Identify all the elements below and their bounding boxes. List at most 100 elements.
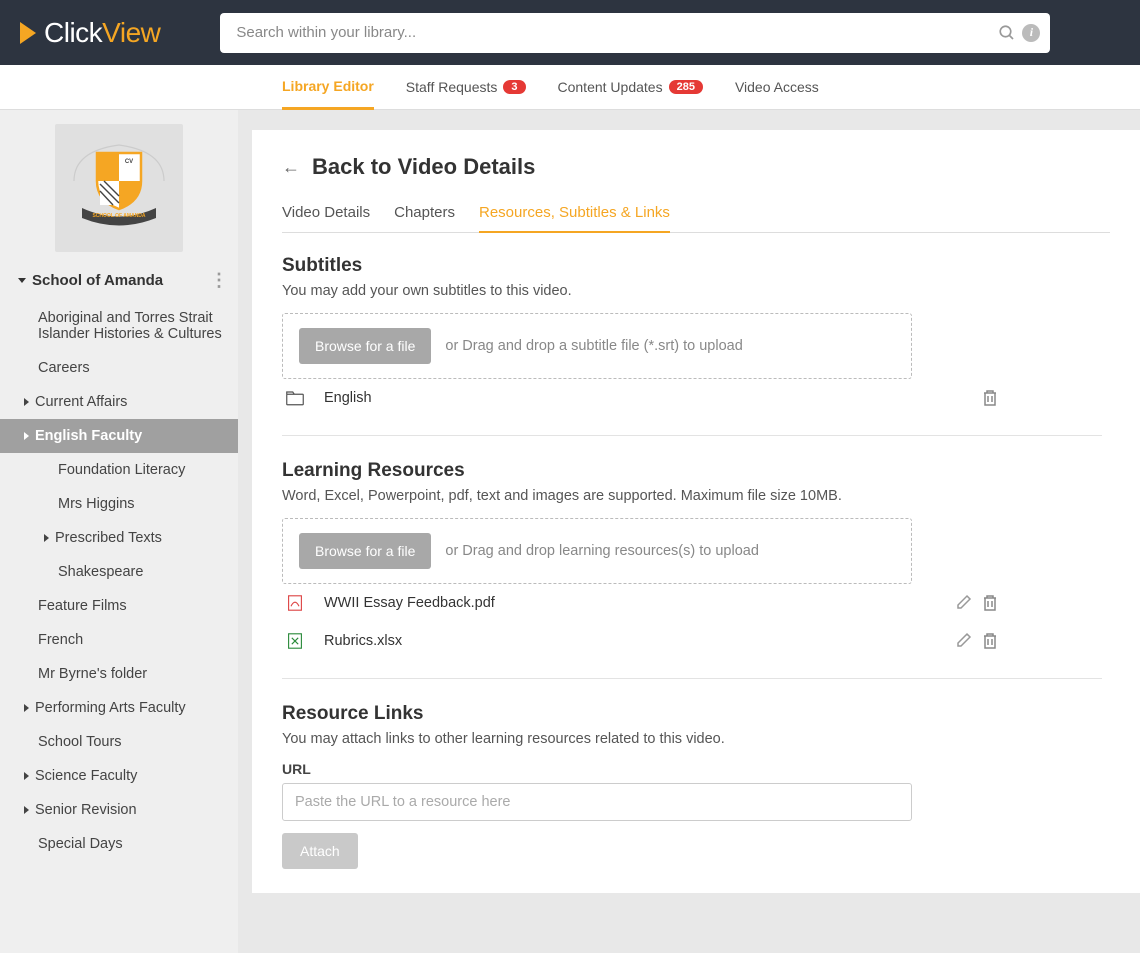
badge: 3 — [503, 80, 525, 94]
caret-right-icon — [24, 806, 29, 814]
resources-section: Learning Resources Word, Excel, Powerpoi… — [282, 460, 1110, 660]
tab-0[interactable]: Video Details — [282, 196, 370, 232]
subtitle-file-name: English — [324, 390, 966, 406]
main-area: ← Back to Video Details Video Details Cha… — [238, 110, 1140, 953]
back-to-video-details[interactable]: ← Back to Video Details — [282, 154, 1110, 180]
trash-icon[interactable] — [982, 389, 998, 407]
sidebar-item-label: School Tours — [38, 734, 122, 750]
sidebar-item-5[interactable]: Mrs Higgins — [0, 487, 238, 521]
sidebar: CV SCHOOL OF AMANDA School of Amanda ⋮ A… — [0, 110, 238, 953]
search-icon[interactable] — [998, 24, 1016, 42]
sidebar-item-label: Special Days — [38, 836, 123, 852]
subtitles-title: Subtitles — [282, 255, 1110, 277]
links-section: Resource Links You may attach links to o… — [282, 703, 1110, 869]
badge: 285 — [669, 80, 703, 94]
topnav-item-0[interactable]: Library Editor — [282, 65, 374, 110]
arrow-left-icon: ← — [282, 157, 300, 178]
url-input[interactable] — [282, 783, 912, 821]
subtitles-desc: You may add your own subtitles to this v… — [282, 283, 1110, 299]
sidebar-item-label: Mrs Higgins — [58, 496, 135, 512]
sidebar-item-1[interactable]: Careers — [0, 351, 238, 385]
caret-right-icon — [44, 534, 49, 542]
topnav-item-3[interactable]: Video Access — [735, 65, 819, 110]
sidebar-item-15[interactable]: Special Days — [0, 827, 238, 861]
resources-title: Learning Resources — [282, 460, 1110, 482]
folder-icon — [286, 390, 304, 406]
subtitles-section: Subtitles You may add your own subtitles… — [282, 255, 1110, 417]
brand-text: ClickView — [44, 17, 160, 49]
sidebar-item-label: Careers — [38, 360, 90, 376]
caret-right-icon — [24, 398, 29, 406]
caret-down-icon — [18, 278, 26, 283]
links-desc: You may attach links to other learning r… — [282, 731, 1110, 747]
info-icon[interactable]: i — [1022, 24, 1040, 42]
tab-1[interactable]: Chapters — [394, 196, 455, 232]
sidebar-item-3[interactable]: English Faculty — [0, 419, 238, 453]
links-title: Resource Links — [282, 703, 1110, 725]
subtitles-dropzone[interactable]: Browse for a file or Drag and drop a sub… — [282, 313, 912, 379]
sidebar-item-label: Foundation Literacy — [58, 462, 185, 478]
subtitle-file-row: English — [282, 379, 1002, 417]
divider — [282, 678, 1102, 679]
sidebar-item-11[interactable]: Performing Arts Faculty — [0, 691, 238, 725]
edit-icon[interactable] — [956, 594, 972, 610]
trash-icon[interactable] — [982, 632, 998, 650]
sidebar-item-label: Aboriginal and Torres Strait Islander Hi… — [38, 310, 228, 342]
sidebar-item-4[interactable]: Foundation Literacy — [0, 453, 238, 487]
sidebar-item-12[interactable]: School Tours — [0, 725, 238, 759]
tab-2[interactable]: Resources, Subtitles & Links — [479, 196, 670, 233]
caret-right-icon — [24, 432, 29, 440]
top-nav: Library Editor Staff Requests3 Content Upd… — [0, 65, 1140, 110]
sidebar-item-label: Prescribed Texts — [55, 530, 162, 546]
sidebar-item-label: English Faculty — [35, 428, 142, 444]
topnav-item-2[interactable]: Content Updates285 — [558, 65, 703, 110]
svg-text:SCHOOL OF AMANDA: SCHOOL OF AMANDA — [92, 213, 145, 219]
school-name: School of Amanda — [32, 272, 163, 289]
sidebar-item-label: Current Affairs — [35, 394, 127, 410]
pdf-icon — [286, 595, 304, 611]
sidebar-item-label: Senior Revision — [35, 802, 137, 818]
sidebar-item-label: Feature Films — [38, 598, 127, 614]
sidebar-item-label: Science Faculty — [35, 768, 137, 784]
caret-right-icon — [24, 704, 29, 712]
sidebar-item-14[interactable]: Senior Revision — [0, 793, 238, 827]
brand-logo[interactable]: ClickView — [20, 17, 160, 49]
search-input[interactable] — [220, 13, 1050, 53]
sidebar-item-7[interactable]: Shakespeare — [0, 555, 238, 589]
resource-file-name: Rubrics.xlsx — [324, 633, 940, 649]
trash-icon[interactable] — [982, 594, 998, 612]
detail-tabs: Video Details Chapters Resources, Subtitle… — [282, 196, 1110, 233]
resource-file-row: Rubrics.xlsx — [282, 622, 1002, 660]
browse-subtitle-button[interactable]: Browse for a file — [299, 328, 431, 364]
sidebar-item-label: Performing Arts Faculty — [35, 700, 186, 716]
search-container: i — [220, 13, 1050, 53]
content-panel: ← Back to Video Details Video Details Cha… — [252, 130, 1140, 893]
resource-file-row: WWII Essay Feedback.pdf — [282, 584, 1002, 622]
sidebar-item-0[interactable]: Aboriginal and Torres Strait Islander Hi… — [0, 301, 238, 351]
xlsx-icon — [286, 633, 304, 649]
attach-button[interactable]: Attach — [282, 833, 358, 869]
sidebar-item-label: Shakespeare — [58, 564, 143, 580]
sidebar-item-13[interactable]: Science Faculty — [0, 759, 238, 793]
browse-resource-button[interactable]: Browse for a file — [299, 533, 431, 569]
sidebar-item-8[interactable]: Feature Films — [0, 589, 238, 623]
sidebar-school-header[interactable]: School of Amanda ⋮ — [0, 260, 238, 301]
school-logo-container: CV SCHOOL OF AMANDA — [0, 110, 238, 260]
edit-icon[interactable] — [956, 632, 972, 648]
resource-file-name: WWII Essay Feedback.pdf — [324, 595, 940, 611]
more-menu-icon[interactable]: ⋮ — [210, 270, 226, 291]
resource-drop-hint: or Drag and drop learning resources(s) t… — [445, 543, 759, 559]
school-crest: CV SCHOOL OF AMANDA — [55, 124, 183, 252]
sidebar-item-10[interactable]: Mr Byrne's folder — [0, 657, 238, 691]
subtitle-drop-hint: or Drag and drop a subtitle file (*.srt)… — [445, 338, 742, 354]
sidebar-item-label: French — [38, 632, 83, 648]
url-label: URL — [282, 761, 1110, 777]
sidebar-item-2[interactable]: Current Affairs — [0, 385, 238, 419]
sidebar-item-9[interactable]: French — [0, 623, 238, 657]
topnav-item-1[interactable]: Staff Requests3 — [406, 65, 526, 110]
resources-dropzone[interactable]: Browse for a file or Drag and drop learn… — [282, 518, 912, 584]
app-header: ClickView i — [0, 0, 1140, 65]
sidebar-item-6[interactable]: Prescribed Texts — [0, 521, 238, 555]
divider — [282, 435, 1102, 436]
play-icon — [20, 22, 36, 44]
